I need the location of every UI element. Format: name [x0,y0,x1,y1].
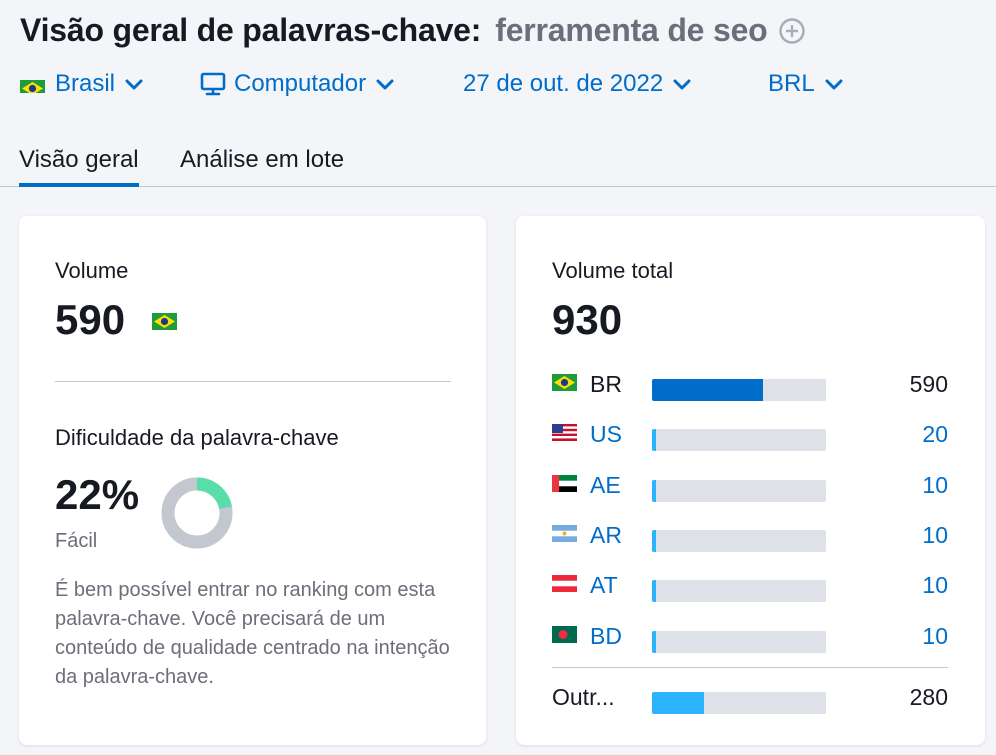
volume-bar-fill [652,580,657,602]
volume-bar [652,429,826,451]
volume-label: Volume [55,258,129,283]
add-circle-icon[interactable] [778,17,806,45]
country-volume: 590 [909,371,948,397]
brazil-flag-icon [152,313,177,330]
austria-flag-icon [552,575,577,592]
volume-bar-fill [652,631,657,653]
chevron-down-icon [376,78,394,90]
volume-bar [652,580,826,602]
country-code[interactable]: BD [590,623,622,650]
country-volume[interactable]: 20 [922,421,948,448]
usa-flag-icon [552,424,577,441]
volume-card: Volume 590 Dificuldade da palavra-chave … [19,216,486,745]
chevron-down-icon [825,78,843,90]
date-selector-label: 27 de out. de 2022 [463,70,664,97]
divider [552,667,948,668]
country-row-other: Outr... 280 [552,684,948,714]
brazil-flag-icon [552,374,577,391]
country-volume[interactable]: 10 [922,572,948,599]
tab-overview[interactable]: Visão geral [19,146,139,187]
country-row-at[interactable]: AT 10 [552,572,948,602]
device-selector-label: Computador [234,70,367,97]
divider [55,381,451,382]
volume-bar [652,530,826,552]
difficulty-description: É bem possível entrar no ranking com est… [55,579,450,688]
volume-bar-fill [652,530,657,552]
country-row-us[interactable]: US 20 [552,421,948,451]
total-volume-card: Volume total 930 BR 590 US 20 AE 10 AR 1… [516,216,985,745]
volume-value: 590 [55,296,126,343]
brazil-flag-icon [20,76,45,93]
bangladesh-flag-icon [552,626,577,643]
desktop-icon [200,72,226,96]
country-code: BR [590,371,622,397]
country-code[interactable]: AR [590,522,622,549]
difficulty-level: Fácil [55,530,98,552]
argentina-flag-icon [552,525,577,542]
filter-bar: Brasil Computador 27 de out. de 2022 BRL [20,70,980,104]
difficulty-donut [161,477,233,549]
volume-bar [652,692,826,714]
country-code[interactable]: US [590,421,622,448]
volume-bar [652,379,826,401]
total-volume-label: Volume total [552,258,674,283]
tab-bulk-analysis[interactable]: Análise em lote [180,146,344,187]
country-selector[interactable]: Brasil [20,70,143,98]
country-row-ae[interactable]: AE 10 [552,472,948,502]
country-row-ar[interactable]: AR 10 [552,522,948,552]
total-volume-value: 930 [552,296,623,343]
volume-bar [652,480,826,502]
country-volume[interactable]: 10 [922,472,948,499]
country-volume[interactable]: 10 [922,522,948,549]
chevron-down-icon [125,78,143,90]
page-header: Visão geral de palavras-chave: ferrament… [20,12,806,49]
device-selector[interactable]: Computador [200,70,394,98]
other-countries-volume: 280 [909,684,948,710]
date-selector[interactable]: 27 de out. de 2022 [463,70,691,98]
uae-flag-icon [552,475,577,492]
volume-bar-fill [652,429,657,451]
currency-selector[interactable]: BRL [768,70,843,98]
keyword-difficulty-value: 22% [55,471,140,518]
chevron-down-icon [673,78,691,90]
volume-bar-fill [652,480,657,502]
keyword-difficulty-label: Dificuldade da palavra-chave [55,425,339,450]
country-row-br: BR 590 [552,371,948,401]
currency-selector-label: BRL [768,70,815,97]
country-selector-label: Brasil [55,70,116,97]
other-countries-label: Outr... [552,684,615,710]
country-code[interactable]: AE [590,472,621,499]
tab-bar: Visão geral Análise em lote [0,140,996,187]
country-code[interactable]: AT [590,572,618,599]
page-title: Visão geral de palavras-chave: [20,12,482,48]
volume-bar-fill [652,379,764,401]
keyword-title: ferramenta de seo [495,12,768,48]
country-volume[interactable]: 10 [922,623,948,650]
country-row-bd[interactable]: BD 10 [552,623,948,653]
volume-bar [652,631,826,653]
volume-bar-fill [652,692,705,714]
